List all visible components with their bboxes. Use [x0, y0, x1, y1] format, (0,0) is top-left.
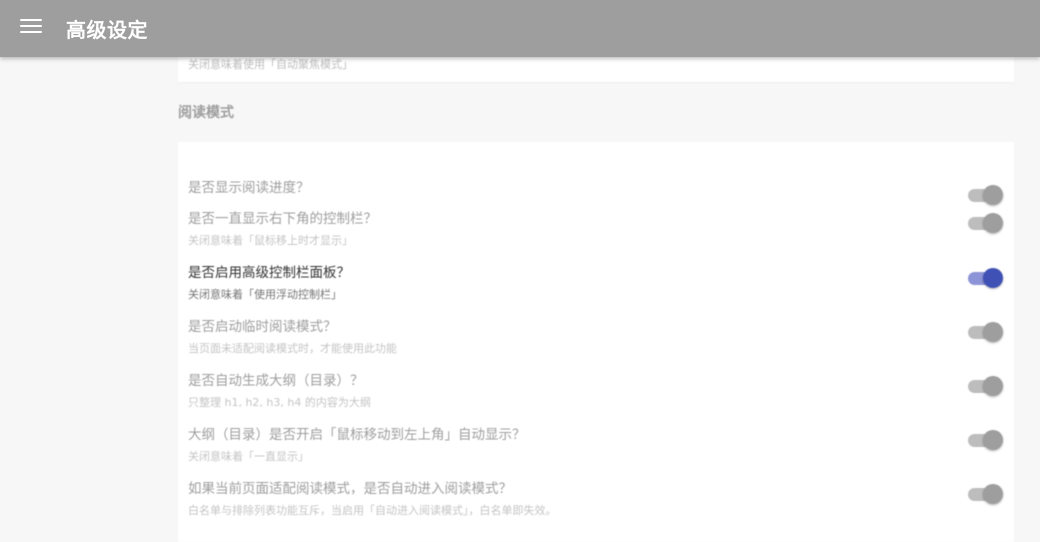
app-bar: 高级设定 — [0, 0, 1040, 57]
toggle-auto-enter-reading-mode[interactable] — [968, 483, 1004, 505]
setting-sub: 关闭意味着「一直显示」 — [188, 450, 309, 463]
toggle-advanced-controlbar[interactable] — [968, 267, 1004, 289]
setting-label: 是否自动生成大纲（目录）？ — [188, 373, 364, 389]
setting-label: 是否显示阅读进度？ — [188, 180, 310, 196]
setting-label: 是否启用高级控制栏面板？ — [188, 265, 350, 281]
toggle-thumb — [983, 213, 1003, 233]
setting-label: 大纲（目录）是否开启「鼠标移动到左上角」自动显示？ — [188, 427, 526, 443]
reading-mode-card: 是否显示阅读进度？ 是否一直显示右下角的控制栏？ 关闭意味着「鼠标移上时才显示」… — [178, 142, 1014, 542]
setting-sub: 关闭意味着「使用浮动控制栏」 — [188, 288, 342, 301]
page-title: 高级设定 — [66, 18, 148, 42]
toggle-thumb — [983, 484, 1003, 504]
setting-sub: 白名单与排除列表功能互斥，当启用「自动进入阅读模式」，白名单即失效。 — [188, 504, 557, 517]
toggle-outline-hover-show[interactable] — [968, 429, 1004, 451]
setting-label: 是否启动临时阅读模式？ — [188, 319, 337, 335]
setting-sub: 只整理 h1, h2, h3, h4 的内容为大纲 — [188, 396, 371, 409]
setting-sub: 当页面未适配阅读模式时，才能使用此功能 — [188, 342, 397, 355]
setting-row-always-show-controlbar[interactable]: 是否一直显示右下角的控制栏？ 关闭意味着「鼠标移上时才显示」 — [178, 202, 1014, 252]
setting-row-advanced-controlbar[interactable]: 是否启用高级控制栏面板？ 关闭意味着「使用浮动控制栏」 — [178, 256, 1014, 306]
setting-row-auto-enter-reading-mode[interactable]: 如果当前页面适配阅读模式，是否自动进入阅读模式？ 白名单与排除列表功能互斥，当启… — [178, 472, 1014, 522]
toggle-thumb — [983, 430, 1003, 450]
setting-row-outline-hover-show[interactable]: 大纲（目录）是否开启「鼠标移动到左上角」自动显示？ 关闭意味着「一直显示」 — [178, 418, 1014, 468]
toggle-auto-outline[interactable] — [968, 375, 1004, 397]
settings-content: 关闭意味着使用「自动聚焦模式」 阅读模式 是否显示阅读进度？ 是否一直显示右下角… — [0, 0, 1040, 542]
toggle-always-show-controlbar[interactable] — [968, 212, 1004, 234]
previous-setting-sub: 关闭意味着使用「自动聚焦模式」 — [188, 58, 353, 71]
setting-label: 如果当前页面适配阅读模式，是否自动进入阅读模式？ — [188, 481, 512, 497]
setting-sub: 关闭意味着「鼠标移上时才显示」 — [188, 234, 353, 247]
toggle-thumb — [983, 322, 1003, 342]
setting-label: 是否一直显示右下角的控制栏？ — [188, 211, 377, 227]
setting-row-auto-outline[interactable]: 是否自动生成大纲（目录）？ 只整理 h1, h2, h3, h4 的内容为大纲 — [178, 364, 1014, 414]
toggle-thumb — [983, 268, 1003, 288]
toggle-thumb — [983, 376, 1003, 396]
toggle-temporary-reading-mode[interactable] — [968, 321, 1004, 343]
setting-row-temporary-reading-mode[interactable]: 是否启动临时阅读模式？ 当页面未适配阅读模式时，才能使用此功能 — [178, 310, 1014, 360]
section-title-reading-mode: 阅读模式 — [178, 105, 234, 121]
menu-icon[interactable] — [20, 18, 42, 34]
